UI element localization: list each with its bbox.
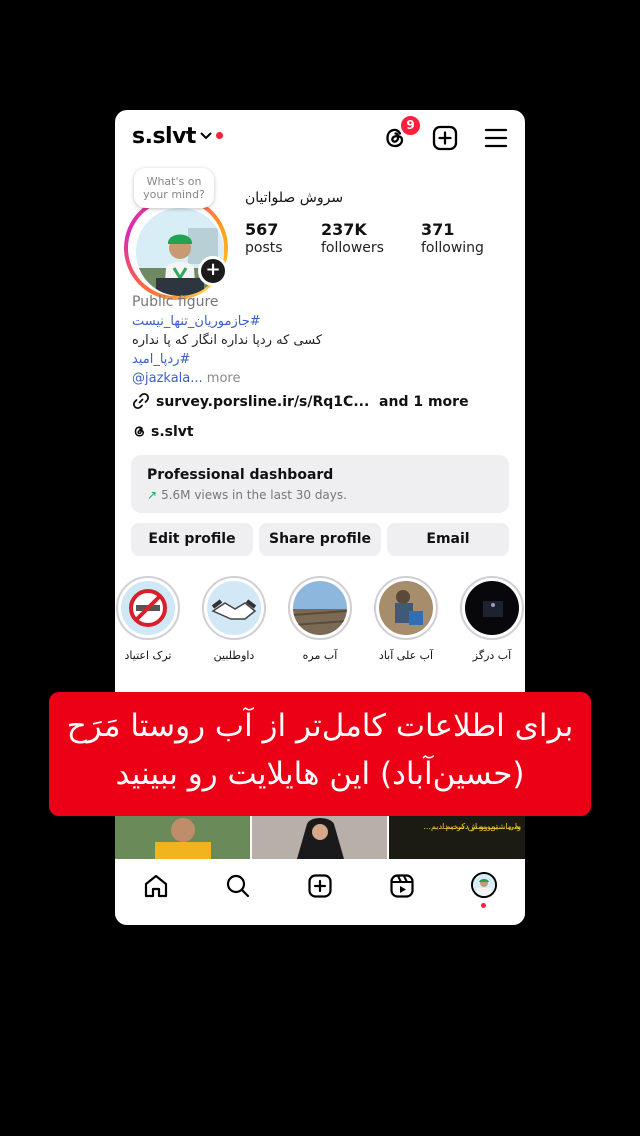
highlight-label: آب علی آباد [378, 649, 434, 662]
caption-text: برای اطلاعات کامل‌تر از آب روستا مَرَح (… [49, 702, 591, 798]
highlight-item[interactable]: آب علی آباد [374, 576, 438, 662]
following-count: 371 [421, 220, 455, 239]
followers-stat[interactable]: 237K followers [321, 220, 384, 256]
reels-icon[interactable] [389, 873, 415, 899]
note-bubble[interactable]: What's on your mind? [134, 168, 214, 208]
share-profile-button[interactable]: Share profile [259, 523, 381, 556]
threads-badge: 9 [399, 114, 422, 137]
threads-link[interactable]: s.slvt [132, 424, 194, 440]
highlight-label: آب درگز [472, 649, 512, 662]
link-icon [132, 392, 150, 410]
bio-link-text[interactable]: survey.porsline.ir/s/Rq1C... [156, 394, 369, 410]
notification-dot [216, 132, 223, 139]
posts-count: 567 [245, 220, 279, 239]
caption-line-1: برای اطلاعات کامل‌تر از آب روستا مَرَح [66, 708, 574, 744]
dashboard-title: Professional dashboard [147, 467, 334, 483]
chevron-down-icon[interactable] [199, 130, 213, 142]
bio-hashtag-2[interactable]: #ردپا_امید [132, 350, 512, 369]
account-switcher[interactable]: s.slvt [132, 124, 196, 149]
dashboard-subtitle-text: 5.6M views in the last 30 days. [161, 488, 347, 502]
posts-label: posts [245, 240, 283, 256]
caption-overlay: برای اطلاعات کامل‌تر از آب روستا مَرَح (… [49, 692, 591, 816]
followers-count: 237K [321, 220, 367, 239]
bio-hashtag-2-text[interactable]: #ردپا_امید [132, 352, 190, 367]
trend-up-icon: ↗ [147, 488, 158, 502]
professional-dashboard[interactable]: Professional dashboard ↗ 5.6M views in th… [131, 455, 509, 513]
dashboard-subtitle: ↗ 5.6M views in the last 30 days. [147, 488, 347, 502]
bio-text: کسی که ردپا نداره انگار که پا نداره [132, 331, 512, 350]
bio-text-content: کسی که ردپا نداره انگار که پا نداره [132, 333, 323, 348]
highlight-label: ترک اعتیاد [124, 649, 172, 662]
grid-post-caption: به ماشین رو از دست دادیم... ولی... تمومم… [397, 820, 521, 863]
highlight-cover [207, 581, 261, 635]
grid-post[interactable] [252, 816, 387, 859]
search-icon[interactable] [225, 873, 251, 899]
posts-stat[interactable]: 567 posts [245, 220, 283, 256]
highlight-label: داوطلبین [213, 649, 255, 662]
grid-post[interactable]: به ماشین رو از دست دادیم... ولی... تمومم… [389, 816, 525, 859]
threads-small-icon [134, 426, 145, 437]
bio-mention-text[interactable]: @jazkala... [132, 371, 203, 386]
following-stat[interactable]: 371 following [421, 220, 484, 256]
create-post-icon[interactable] [431, 124, 459, 152]
grid-post[interactable] [115, 816, 250, 859]
followers-label: followers [321, 240, 384, 256]
posts-grid: به ماشین رو از دست دادیم... ولی... تمومم… [115, 816, 525, 859]
highlight-cover [121, 581, 175, 635]
bottom-nav [115, 859, 525, 925]
highlight-cover [293, 581, 347, 635]
edit-profile-button[interactable]: Edit profile [131, 523, 253, 556]
bio-hashtag-1[interactable]: #جازموریان_تنها_نیست [132, 312, 512, 331]
bio-hashtag-1-text[interactable]: #جازموریان_تنها_نیست [132, 314, 261, 329]
highlight-label: آب مره [302, 649, 338, 662]
display-name: سروش صلواتیان [245, 190, 344, 206]
email-button[interactable]: Email [387, 523, 509, 556]
create-icon[interactable] [307, 873, 333, 899]
highlight-item[interactable]: آب درگز [460, 576, 524, 662]
bio-more-link[interactable]: more [203, 371, 241, 386]
highlight-item[interactable]: آب مره [288, 576, 352, 662]
home-icon[interactable] [143, 873, 169, 899]
bio-link-more[interactable]: and 1 more [379, 394, 469, 410]
following-label: following [421, 240, 484, 256]
highlight-cover [465, 581, 519, 635]
add-story-button[interactable]: + [198, 256, 228, 286]
highlight-item[interactable]: ترک اعتیاد [116, 576, 180, 662]
profile-tab-avatar[interactable] [471, 872, 497, 898]
grid-post-caption-line: ولی... تموممش کردیم... [438, 822, 521, 831]
bio-mention[interactable]: @jazkala... more [132, 369, 512, 388]
profile-category: Public figure [132, 294, 219, 310]
highlight-cover [379, 581, 433, 635]
profile-notification-dot [481, 903, 486, 908]
menu-icon[interactable] [482, 124, 510, 152]
caption-line-2: (حسین‌آباد) این هایلایت رو ببینید [115, 756, 525, 792]
highlight-item[interactable]: داوطلبین [202, 576, 266, 662]
top-bar: s.slvt 9 [115, 110, 525, 166]
bio-link[interactable]: survey.porsline.ir/s/Rq1C... and 1 more [132, 392, 469, 410]
threads-handle[interactable]: s.slvt [151, 424, 194, 440]
